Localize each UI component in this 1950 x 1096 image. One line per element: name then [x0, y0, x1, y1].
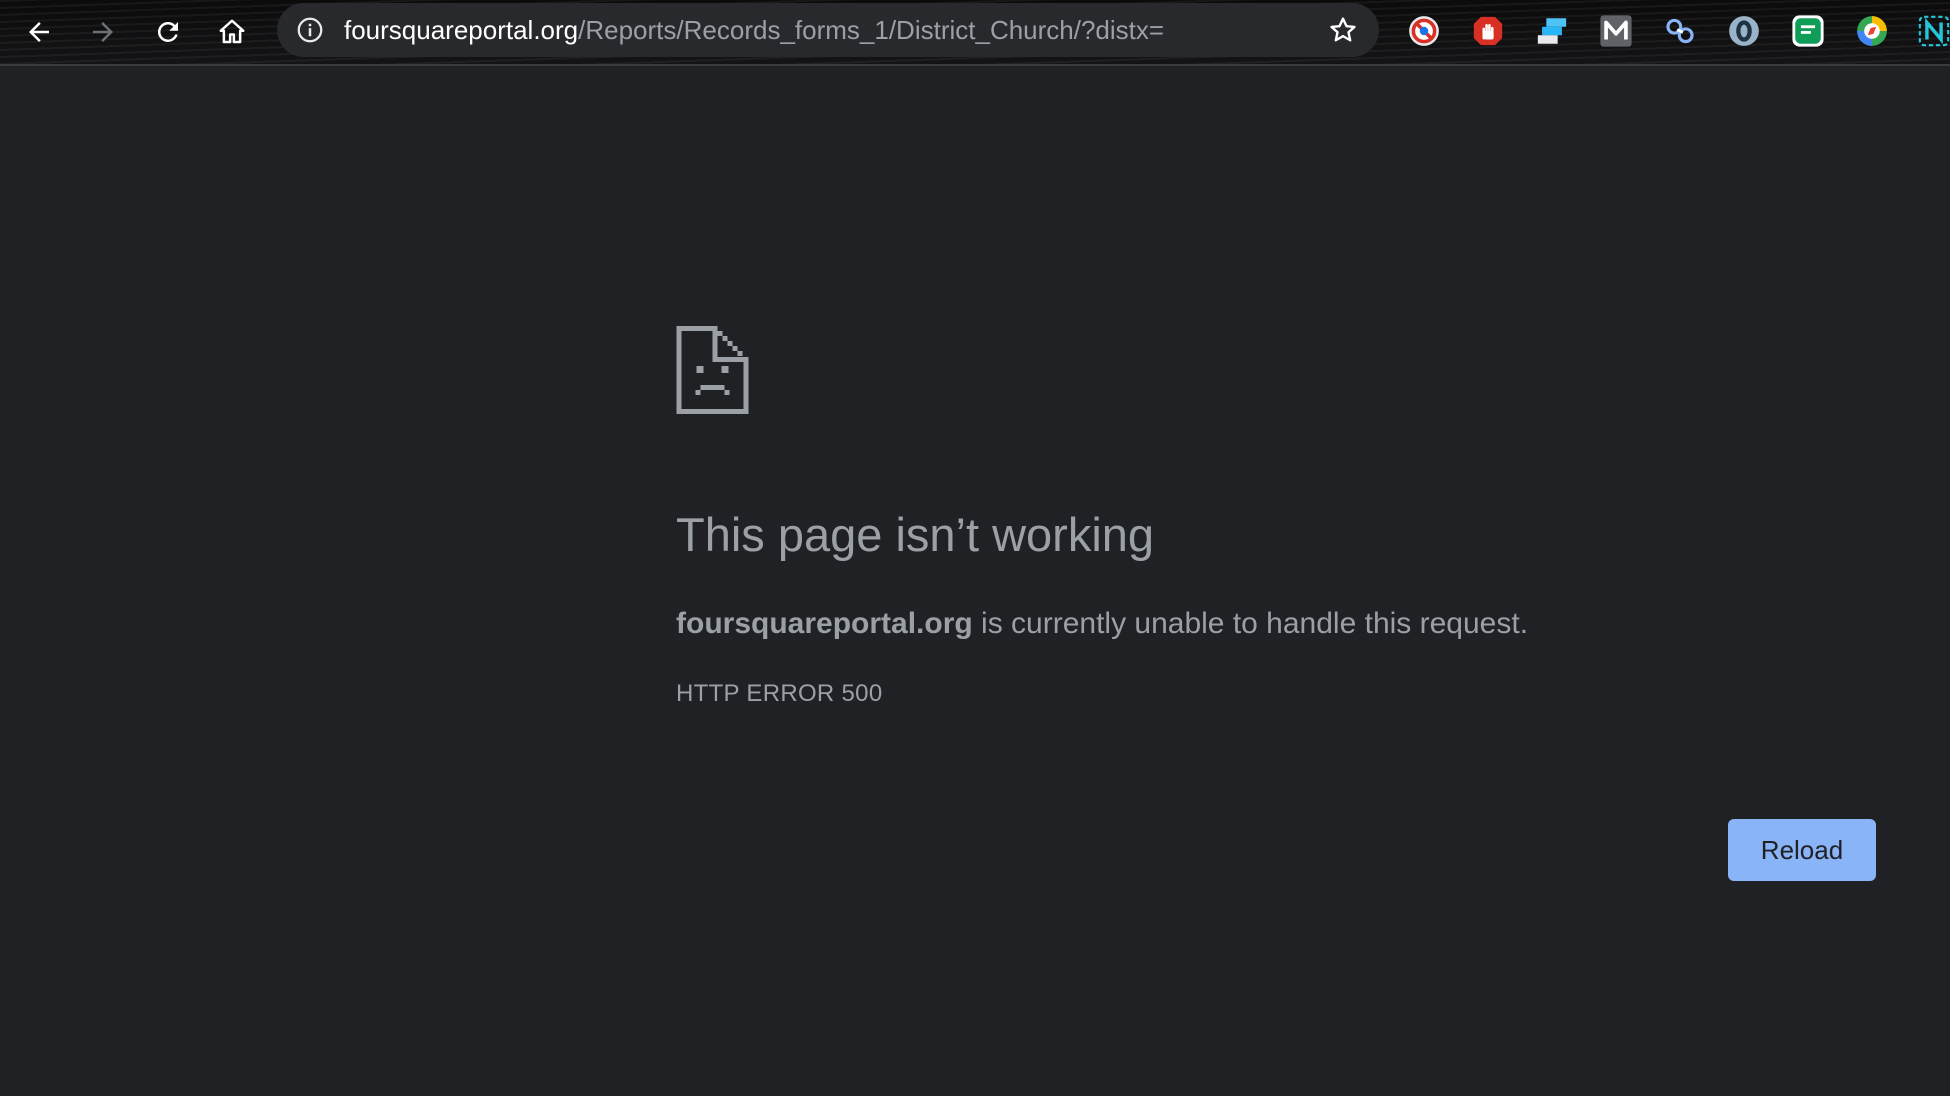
- extension-stack[interactable]: [1534, 13, 1570, 49]
- extension-n[interactable]: [1916, 13, 1950, 49]
- extension-link[interactable]: [1662, 13, 1698, 49]
- error-code: HTTP ERROR 500: [676, 680, 883, 707]
- extension-blocker[interactable]: [1406, 13, 1442, 49]
- error-heading: This page isn’t working: [676, 508, 1155, 561]
- reload-button[interactable]: Reload: [1728, 819, 1876, 881]
- extension-compass[interactable]: [1854, 13, 1890, 49]
- reload-icon: [157, 21, 178, 42]
- n-letter-icon: [1918, 15, 1950, 47]
- url-text[interactable]: foursquareportal.org/Reports/Records_for…: [344, 16, 1164, 44]
- url-path: /Reports/Records_forms_1/District_Church…: [578, 15, 1165, 45]
- home-icon: [219, 19, 245, 44]
- reload-toolbar-button[interactable]: [145, 9, 191, 55]
- red-hand-icon: [1473, 16, 1503, 46]
- extension-m[interactable]: [1598, 13, 1634, 49]
- extension-circle[interactable]: [1726, 13, 1762, 49]
- blue-stack-icon: [1537, 18, 1567, 44]
- extension-adblock[interactable]: [1470, 13, 1506, 49]
- info-icon[interactable]: [295, 15, 325, 45]
- home-button[interactable]: [209, 9, 255, 55]
- forward-arrow-icon: [93, 22, 113, 42]
- error-message-text: is currently unable to handle this reque…: [972, 607, 1529, 640]
- back-button[interactable]: [16, 9, 62, 55]
- extension-chat[interactable]: [1790, 13, 1826, 49]
- error-message: foursquareportal.org is currently unable…: [676, 605, 1528, 643]
- address-bar[interactable]: foursquareportal.org/Reports/Records_for…: [277, 3, 1379, 57]
- compass-icon: [1857, 16, 1887, 46]
- link-chain-icon: [1666, 18, 1694, 44]
- bookmark-star-icon[interactable]: [1327, 14, 1359, 46]
- url-host: foursquareportal.org: [344, 15, 579, 45]
- error-message-host: foursquareportal.org: [676, 607, 973, 640]
- m-letter-icon: [1600, 15, 1632, 47]
- blocked-circle-icon: [1409, 16, 1439, 46]
- back-arrow-icon: [29, 22, 49, 42]
- green-chat-icon: [1792, 15, 1824, 47]
- circle-o-icon: [1729, 16, 1759, 46]
- browser-toolbar: foursquareportal.org/Reports/Records_for…: [0, 0, 1950, 66]
- sad-page-icon: [676, 326, 749, 414]
- forward-button[interactable]: [80, 9, 126, 55]
